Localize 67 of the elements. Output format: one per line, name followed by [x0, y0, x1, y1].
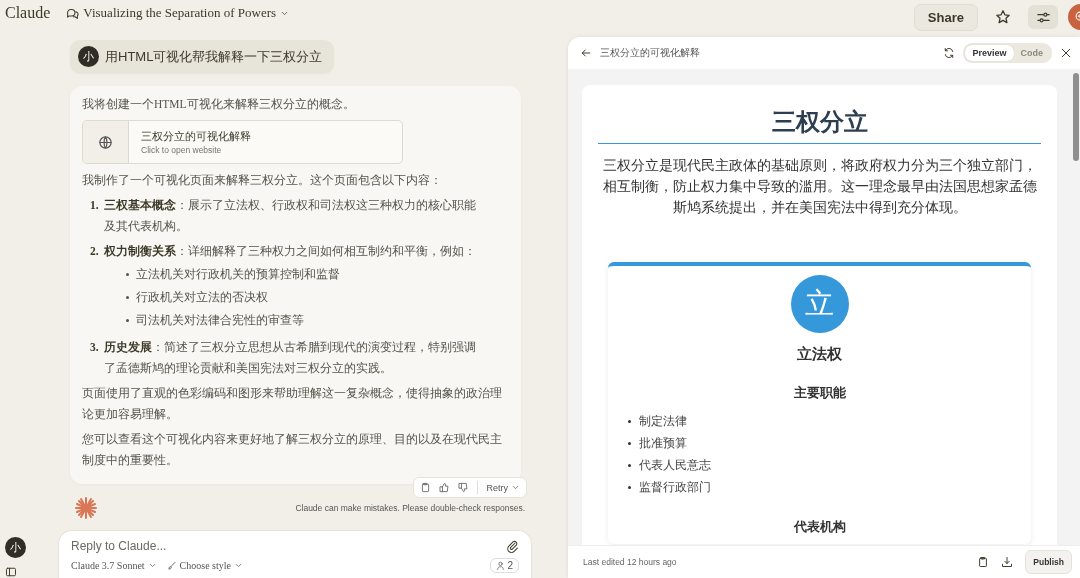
- list-item-text: 代表人民意志: [639, 458, 711, 473]
- refresh-icon[interactable]: [943, 47, 956, 59]
- globe-icon: [98, 134, 113, 150]
- list-number: 2.: [90, 244, 100, 259]
- intro-paragraph: 三权分立是现代民主政体的基础原则，将政府权力分为三个独立部门，相互制衡，防止权力集中导致的滥用。这一理念最早由法国思想家孟德斯鸠系统提出，并在美国宪法中得到充分体现。: [601, 157, 1038, 217]
- bullet-dot: [628, 441, 631, 445]
- retry-button[interactable]: Retry: [486, 482, 520, 493]
- download-icon[interactable]: [1001, 556, 1014, 568]
- app-logo[interactable]: Claude: [5, 4, 51, 22]
- bullet-dot: [126, 319, 129, 322]
- copy-icon[interactable]: [420, 482, 432, 493]
- thumbs-up-icon[interactable]: [439, 482, 451, 493]
- user-avatar: 小: [78, 46, 99, 67]
- sidebar-icon[interactable]: [5, 566, 17, 578]
- bullet-text: 立法机关对行政机关的预算控制和监督: [136, 267, 340, 282]
- conversation-title[interactable]: Visualizing the Separation of Powers: [66, 5, 290, 21]
- artifact-title: 三权分立的可视化解释: [600, 46, 701, 60]
- branch-symbol: 立: [790, 275, 849, 333]
- paperclip-icon[interactable]: [506, 539, 519, 553]
- list-number: 3.: [90, 340, 100, 355]
- view-tab[interactable]: Preview: [965, 45, 1014, 61]
- disclaimer-text: Claude can make mistakes. Please double-check responses.: [295, 503, 525, 513]
- list-item-text: 制定法律: [639, 414, 687, 429]
- settings-button[interactable]: [1028, 5, 1058, 29]
- person-icon: [496, 561, 506, 570]
- bullet-dot: [628, 463, 631, 467]
- list-item-text: 历史发展：简述了三权分立思想从古希腊到现代的演变过程，特别强调了孟德斯鸠的理论贡献和美国宪法对三权分立的实践。: [104, 340, 477, 376]
- branch-name: 立法权: [797, 345, 842, 364]
- bullet-text: 行政机关对立法的否决权: [136, 290, 268, 305]
- list-item-text: 监督行政部门: [639, 480, 711, 495]
- message-paragraph: 页面使用了直观的色彩编码和图形来帮助理解这一复杂概念，使得抽象的政治理论更加容易理解。: [82, 386, 503, 422]
- reply-input[interactable]: Reply to Claude...: [71, 539, 371, 553]
- last-edited-text: Last edited 12 hours ago: [583, 557, 678, 567]
- brush-icon: [166, 560, 177, 571]
- list-item-text: 权力制衡关系：详细解释了三种权力之间如何相互制约和平衡，例如：: [104, 243, 477, 259]
- share-button[interactable]: Share: [913, 3, 978, 31]
- bullet-dot: [126, 296, 129, 299]
- style-selector[interactable]: Choose style: [166, 560, 243, 571]
- star-icon: [995, 9, 1011, 25]
- message-paragraph: 我将创建一个HTML可视化来解释三权分立的概念。: [82, 97, 356, 112]
- user-avatar[interactable]: 小: [5, 537, 26, 558]
- section-heading: 主要职能: [793, 384, 846, 402]
- chevron-down-icon: [147, 561, 157, 570]
- page-title: 三权分立: [598, 107, 1041, 144]
- user-count-button[interactable]: 2: [490, 558, 519, 573]
- clipboard-icon[interactable]: [977, 556, 990, 568]
- list-item-text: 三权基本概念：展示了立法权、行政权和司法权这三种权力的核心职能及其代表机构。: [104, 198, 477, 234]
- bullet-text: 司法机关对法律合宪性的审查等: [136, 313, 304, 328]
- chevron-down-icon: [234, 561, 243, 570]
- list-item-text: 批准预算: [639, 436, 687, 451]
- model-selector[interactable]: Claude 3.7 Sonnet: [71, 560, 157, 571]
- chevron-down-icon: [511, 483, 520, 492]
- message-paragraph: 我制作了一个可视化页面来解释三权分立。这个页面包含以下内容：: [82, 173, 443, 188]
- bullet-dot: [628, 485, 631, 489]
- thumbs-down-icon[interactable]: [458, 482, 470, 493]
- message-paragraph: 您可以查看这个可视化内容来更好地了解三权分立的原理、目的以及在现代民主制度中的重要性。: [82, 432, 503, 468]
- chat-bubbles-icon: [66, 6, 80, 20]
- close-icon[interactable]: [1060, 47, 1072, 59]
- section-heading: 代表机构: [793, 518, 846, 536]
- bullet-dot: [126, 273, 129, 276]
- artifact-card[interactable]: 三权分立的可视化解释 Click to open website: [82, 120, 403, 164]
- claude-spark-icon: [74, 496, 98, 520]
- back-arrow-icon[interactable]: [580, 47, 592, 59]
- user-message-text: 用HTML可视化帮我解释一下三权分立: [105, 47, 323, 66]
- bullet-dot: [628, 419, 631, 423]
- list-number: 1.: [90, 198, 100, 213]
- publish-button[interactable]: Publish: [1025, 550, 1072, 574]
